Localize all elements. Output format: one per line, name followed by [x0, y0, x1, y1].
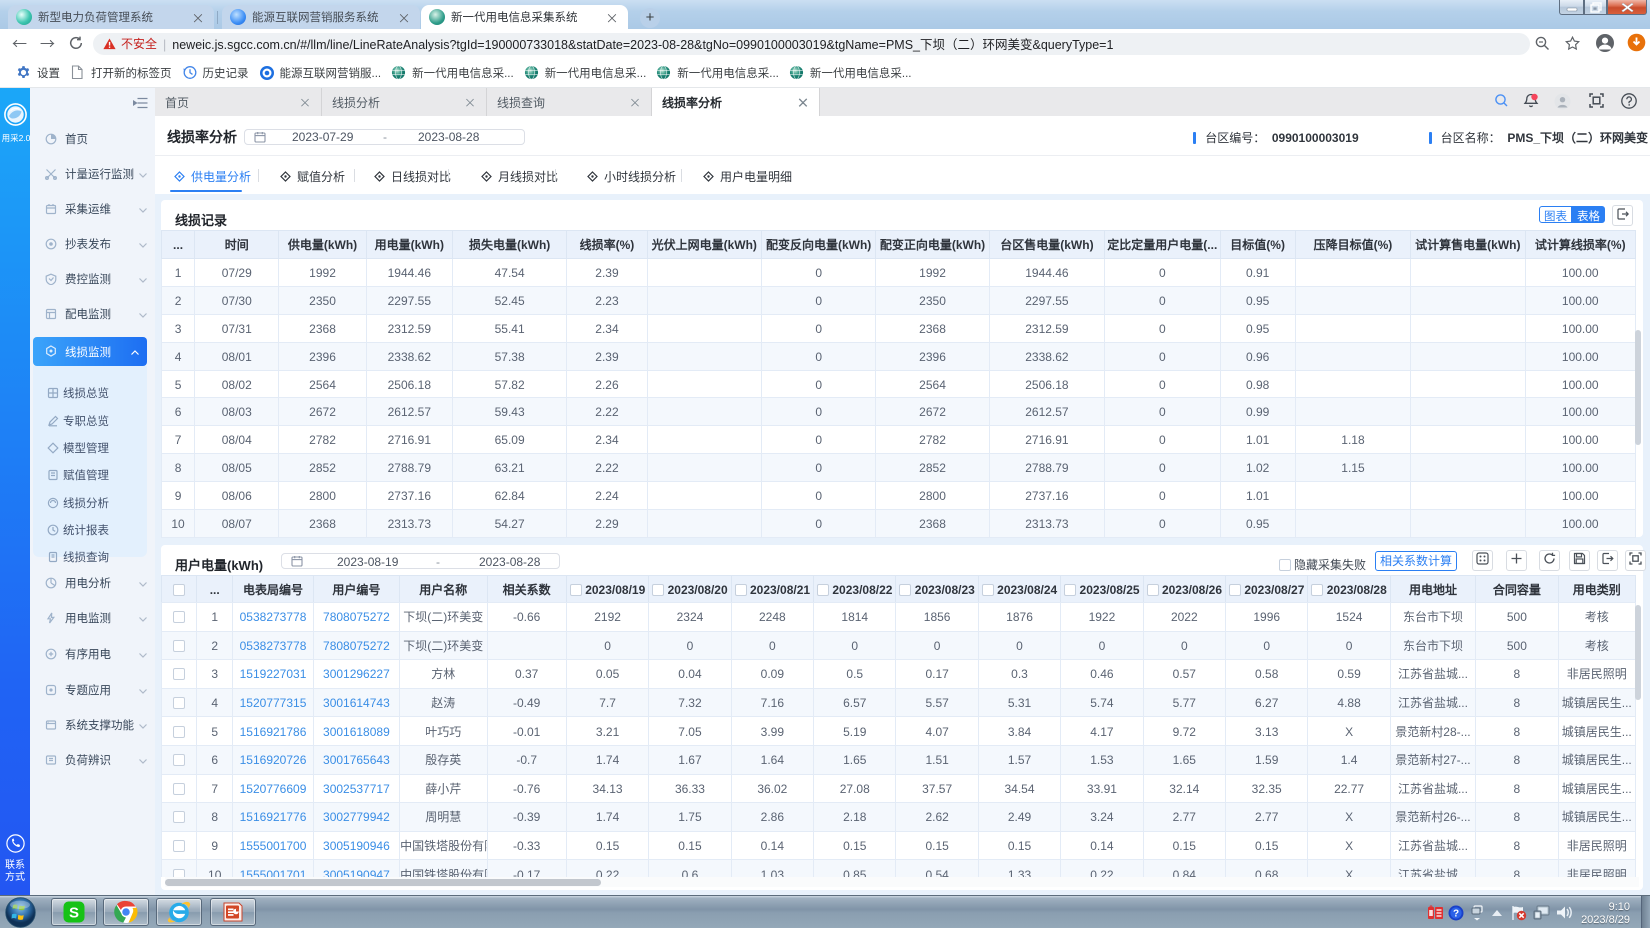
svg-text:S: S — [69, 905, 79, 922]
svg-text:?: ? — [1453, 905, 1459, 920]
